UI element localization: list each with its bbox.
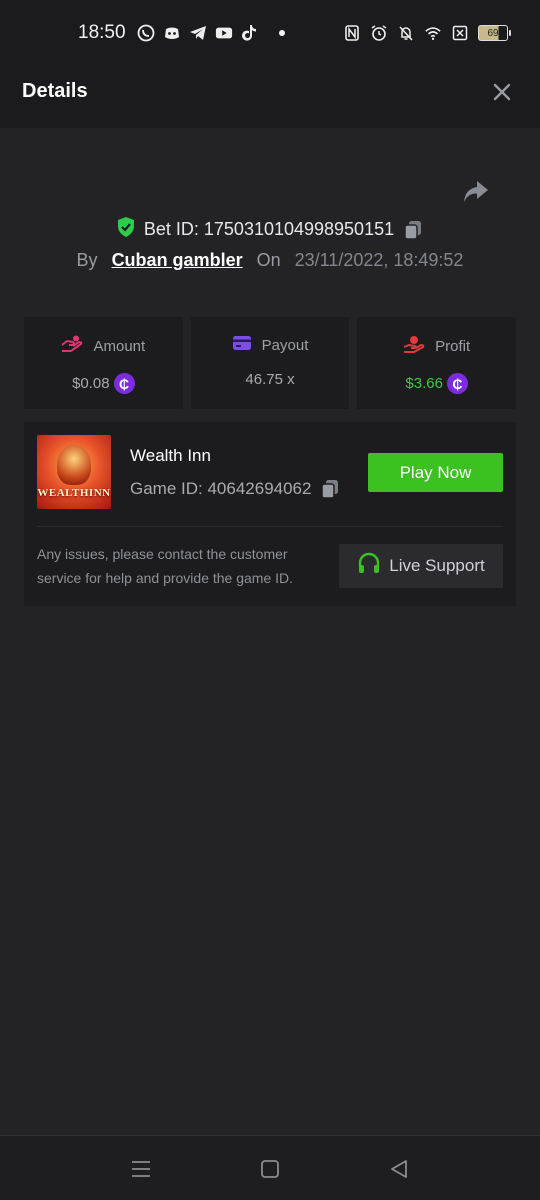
headset-icon <box>357 552 381 581</box>
amount-stat: Amount $0.08 ₵ <box>24 317 183 409</box>
game-card: WEALTHINN Wealth Inn Game ID: 4064269406… <box>24 422 516 606</box>
back-triangle-icon <box>391 1160 407 1178</box>
amount-label: Amount <box>93 337 146 355</box>
game-id-row: Game ID: 40642694062 <box>130 478 341 500</box>
bet-id: Bet ID: 1750310104998950151 <box>143 219 395 239</box>
bet-stats: Amount $0.08 ₵ Payout 46.75 x Profit $3.… <box>24 317 517 409</box>
copy-game-id-button[interactable] <box>319 478 341 500</box>
system-icons: 69 <box>343 24 511 42</box>
discord-icon <box>163 24 181 42</box>
nav-back-button[interactable] <box>388 1158 410 1180</box>
game-art-figure <box>57 445 91 485</box>
support-hint-text: Any issues, please contact the customer … <box>37 546 294 586</box>
telegram-icon <box>189 24 207 42</box>
details-header: Details <box>0 56 540 128</box>
play-now-button[interactable]: Play Now <box>368 453 503 492</box>
whatsapp-icon <box>137 24 155 42</box>
copy-bet-id-button[interactable] <box>402 219 424 241</box>
amount-icon <box>61 335 83 357</box>
system-nav-bar <box>0 1135 540 1200</box>
on-label: On <box>256 250 281 270</box>
live-support-label: Live Support <box>389 556 485 575</box>
coin-icon: ₵ <box>113 373 135 394</box>
youtube-icon <box>215 24 233 42</box>
battery-icon: 69 <box>478 25 511 41</box>
divider <box>37 526 503 527</box>
by-label: By <box>76 250 98 270</box>
username-link[interactable]: Cuban gambler <box>112 250 243 271</box>
payout-label: Payout <box>261 336 309 354</box>
profit-stat: Profit $3.66 ₵ <box>357 317 517 409</box>
game-thumbnail[interactable]: WEALTHINN <box>37 435 111 509</box>
home-square-icon <box>261 1160 279 1178</box>
payout-value: 46.75 x <box>245 371 295 388</box>
share-arrow-icon <box>464 181 488 202</box>
page-title: Details <box>22 80 88 102</box>
nav-recents-button[interactable] <box>130 1158 152 1180</box>
nfc-icon <box>343 24 361 42</box>
status-time: 18:50 <box>78 22 126 43</box>
battery-level: 69 <box>487 27 499 39</box>
amount-value: $0.08 <box>72 375 110 392</box>
notification-icons <box>137 24 285 42</box>
tiktok-icon <box>241 24 259 42</box>
share-button[interactable] <box>461 178 491 206</box>
profit-label: Profit <box>435 337 471 355</box>
close-button[interactable] <box>488 78 516 106</box>
live-support-button[interactable]: Live Support <box>339 544 503 588</box>
status-bar: 18:50 69 <box>0 0 540 56</box>
bet-id-row: Bet ID: 1750310104998950151 <box>0 216 540 243</box>
close-icon <box>493 83 511 101</box>
card-icon <box>232 335 252 355</box>
verified-shield-icon <box>116 216 136 243</box>
bet-date: 23/11/2022, 18:49:52 <box>294 250 464 270</box>
coin-icon: ₵ <box>446 373 468 394</box>
more-notifications-dot <box>279 30 285 36</box>
profit-hand-icon <box>403 335 425 357</box>
payout-stat: Payout 46.75 x <box>190 317 350 409</box>
game-id: Game ID: 40642694062 <box>130 479 312 498</box>
wifi-icon <box>424 24 442 42</box>
sim-off-icon <box>451 24 469 42</box>
game-name: Wealth Inn <box>130 446 211 465</box>
bet-author-row: By Cuban gambler On 23/11/2022, 18:49:52 <box>0 250 540 271</box>
profit-value: $3.66 <box>405 375 443 392</box>
game-logo-text: WEALTHINN <box>37 487 111 499</box>
menu-lines-icon <box>132 1161 150 1177</box>
copy-icon <box>404 220 422 240</box>
nav-home-button[interactable] <box>259 1158 281 1180</box>
copy-icon <box>321 480 339 499</box>
alarm-icon <box>370 24 388 42</box>
bell-off-icon <box>397 24 415 42</box>
